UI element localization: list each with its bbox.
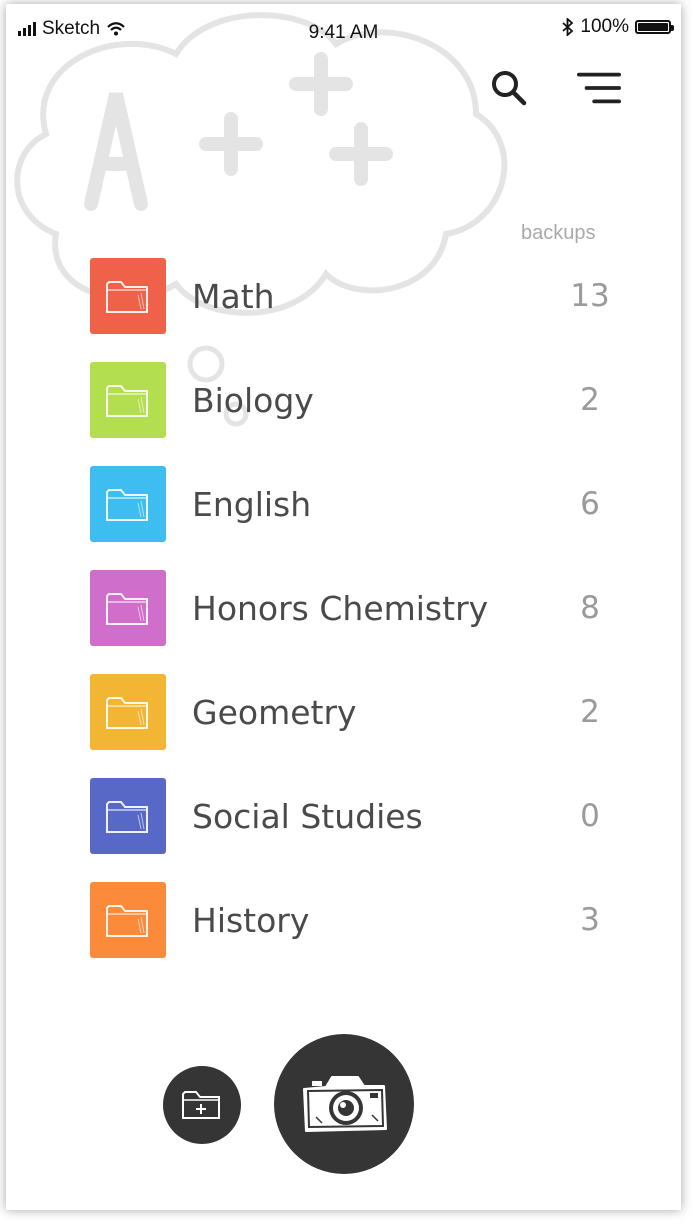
bluetooth-icon bbox=[562, 18, 574, 36]
folder-tile bbox=[90, 570, 166, 646]
folder-row-history[interactable]: History 3 bbox=[90, 868, 610, 972]
backup-count: 13 bbox=[570, 278, 610, 314]
folder-row-english[interactable]: English 6 bbox=[90, 452, 610, 556]
backup-count: 2 bbox=[580, 694, 600, 730]
search-icon bbox=[492, 71, 527, 106]
folder-list: Math 13 Biology 2 English 6 Honors Chemi… bbox=[90, 244, 610, 972]
backup-count: 3 bbox=[580, 902, 600, 938]
folder-icon bbox=[106, 385, 148, 417]
folder-icon bbox=[106, 697, 148, 729]
folder-icon bbox=[106, 281, 148, 313]
folder-row-biology[interactable]: Biology 2 bbox=[90, 348, 610, 452]
folder-tile bbox=[90, 362, 166, 438]
folder-name: English bbox=[192, 484, 312, 524]
top-actions bbox=[487, 66, 621, 110]
folder-name: History bbox=[192, 900, 310, 940]
backups-column-label: backups bbox=[521, 222, 596, 244]
backup-count: 8 bbox=[580, 590, 600, 626]
battery-percent: 100% bbox=[580, 16, 629, 37]
status-bar: Sketch 9:41 AM 100% bbox=[6, 4, 681, 54]
folder-icon bbox=[106, 489, 148, 521]
folder-icon bbox=[106, 593, 148, 625]
camera-icon bbox=[303, 1076, 387, 1132]
folder-tile bbox=[90, 258, 166, 334]
folder-row-honors-chemistry[interactable]: Honors Chemistry 8 bbox=[90, 556, 610, 660]
camera-button[interactable] bbox=[274, 1034, 414, 1174]
folder-row-math[interactable]: Math 13 bbox=[90, 244, 610, 348]
backup-count: 2 bbox=[580, 382, 600, 418]
menu-button[interactable] bbox=[577, 66, 621, 110]
folder-name: Honors Chemistry bbox=[192, 588, 489, 628]
search-button[interactable] bbox=[487, 66, 531, 110]
folder-name: Biology bbox=[192, 380, 314, 420]
folder-row-social-studies[interactable]: Social Studies 0 bbox=[90, 764, 610, 868]
battery-icon bbox=[635, 20, 674, 34]
folder-name: Geometry bbox=[192, 692, 357, 732]
menu-icon bbox=[577, 72, 621, 104]
folder-row-geometry[interactable]: Geometry 2 bbox=[90, 660, 610, 764]
add-folder-button[interactable] bbox=[163, 1066, 241, 1144]
status-right: 100% bbox=[562, 16, 674, 38]
app-screen: Sketch 9:41 AM 100% backups Math 13 Biol… bbox=[6, 4, 681, 1210]
folder-icon bbox=[106, 905, 148, 937]
folder-icon bbox=[106, 801, 148, 833]
folder-name: Math bbox=[192, 276, 275, 316]
folder-tile bbox=[90, 674, 166, 750]
backup-count: 6 bbox=[580, 486, 600, 522]
add-folder-icon bbox=[182, 1091, 220, 1119]
folder-name: Social Studies bbox=[192, 796, 423, 836]
backup-count: 0 bbox=[580, 798, 600, 834]
folder-tile bbox=[90, 882, 166, 958]
folder-tile bbox=[90, 466, 166, 542]
folder-tile bbox=[90, 778, 166, 854]
